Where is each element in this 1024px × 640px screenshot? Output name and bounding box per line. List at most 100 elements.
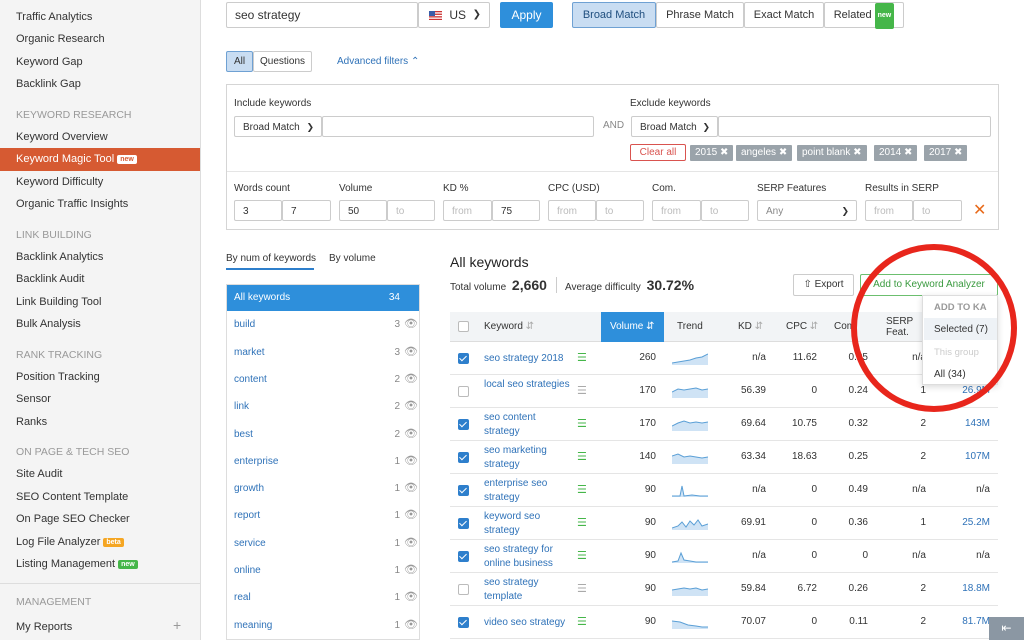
sidebar-item-sensor[interactable]: Sensor [16, 393, 51, 405]
results-cell[interactable]: 18.8M [940, 583, 990, 594]
tab-all[interactable]: All [226, 51, 253, 72]
eye-icon[interactable]: 👁 [404, 508, 418, 521]
keyword-group-item[interactable]: service 1 👁 [226, 530, 420, 557]
keyword-link[interactable]: local seo strategies [484, 378, 574, 392]
volume-from[interactable]: 50 [339, 200, 387, 221]
sidebar-item-bulk-analysis[interactable]: Bulk Analysis [16, 318, 81, 330]
sidebar-item-organic-traffic-insights[interactable]: Organic Traffic Insights [16, 198, 128, 210]
com-from[interactable]: from [652, 200, 701, 221]
country-select[interactable]: US ❯ [418, 2, 490, 28]
sidebar-item-traffic-analytics[interactable]: Traffic Analytics [16, 11, 92, 23]
keyword-group-item[interactable]: link 2 👁 [226, 393, 420, 420]
serp-list-icon[interactable]: ☰ [577, 351, 587, 364]
exclude-chip[interactable]: 2017 ✖ [924, 145, 968, 161]
eye-icon[interactable]: 👁 [404, 317, 418, 330]
sidebar-item-log-file-analyzer[interactable]: Log File Analyzer beta [16, 536, 124, 548]
serp-list-icon[interactable]: ☰ [577, 582, 587, 595]
sidebar-item-seo-content-template[interactable]: SEO Content Template [16, 491, 128, 503]
eye-icon[interactable]: 👁 [404, 427, 418, 440]
keyword-group-item[interactable]: growth 1 👁 [226, 475, 420, 502]
keyword-link[interactable]: seo marketing strategy [484, 444, 574, 472]
row-checkbox[interactable] [458, 419, 469, 430]
row-checkbox[interactable] [458, 452, 469, 463]
serp-list-icon[interactable]: ☰ [577, 615, 587, 628]
keyword-group-item[interactable]: meaning 1 👁 [226, 612, 420, 639]
eye-icon[interactable]: 👁 [404, 345, 418, 358]
tab-related[interactable]: Related new [824, 2, 904, 29]
words-count-to[interactable]: 7 [282, 200, 331, 221]
close-icon[interactable]: ✖ [904, 147, 912, 158]
include-keywords-input[interactable] [322, 116, 594, 137]
results-from[interactable]: from [865, 200, 913, 221]
table-row[interactable]: seo strategy template ☰ 90 59.84 6.72 0.26 2 18… [450, 573, 998, 606]
volume-to[interactable]: to [387, 200, 435, 221]
keyword-group-item[interactable]: market 3 👁 [226, 339, 420, 366]
eye-icon[interactable]: 👁 [404, 481, 418, 494]
sidebar-item-position-tracking[interactable]: Position Tracking [16, 371, 100, 383]
keyword-group-item[interactable]: enterprise 1 👁 [226, 448, 420, 475]
keyword-group-item[interactable]: content 2 👁 [226, 366, 420, 393]
row-checkbox[interactable] [458, 551, 469, 562]
keyword-link[interactable]: seo strategy for online business [484, 543, 574, 571]
eye-icon[interactable]: 👁 [404, 590, 418, 603]
keyword-link[interactable]: video seo strategy [484, 616, 574, 630]
tab-broad-match[interactable]: Broad Match [572, 2, 656, 28]
row-checkbox[interactable] [458, 617, 469, 628]
serp-list-icon[interactable]: ☰ [577, 384, 587, 397]
row-checkbox[interactable] [458, 485, 469, 496]
tab-phrase-match[interactable]: Phrase Match [656, 2, 744, 28]
eye-icon[interactable]: 👁 [404, 372, 418, 385]
table-row[interactable]: enterprise seo strategy ☰ 90 n/a 0 0.49 n/a n/a [450, 474, 998, 507]
tab-questions[interactable]: Questions [253, 51, 312, 72]
sidebar-item-backlink-audit[interactable]: Backlink Audit [16, 273, 84, 285]
words-count-from[interactable]: 3 [234, 200, 282, 221]
serp-list-icon[interactable]: ☰ [577, 516, 587, 529]
row-checkbox[interactable] [458, 386, 469, 397]
table-row[interactable]: seo marketing strategy ☰ 140 63.34 18.63 0.25… [450, 441, 998, 474]
sidebar-item-keyword-difficulty[interactable]: Keyword Difficulty [16, 176, 103, 188]
tab-by-volume[interactable]: By volume [329, 253, 376, 264]
sidebar-item-organic-research[interactable]: Organic Research [16, 33, 105, 45]
keyword-link[interactable]: keyword seo strategy [484, 510, 574, 538]
sidebar-item-listing-management[interactable]: Listing Management new [16, 558, 138, 570]
exclude-chip[interactable]: 2014 ✖ [874, 145, 918, 161]
kd-from[interactable]: from [443, 200, 492, 221]
exclude-chip[interactable]: 2015 ✖ [690, 145, 734, 161]
serp-list-icon[interactable]: ☰ [577, 417, 587, 430]
exclude-chip[interactable]: angeles ✖ [736, 145, 793, 161]
kd-to[interactable]: 75 [492, 200, 540, 221]
exclude-chip[interactable]: point blank ✖ [797, 145, 867, 161]
exclude-match-select[interactable]: Broad Match ❯ [631, 116, 718, 137]
sidebar-item-backlink-gap[interactable]: Backlink Gap [16, 78, 81, 90]
close-icon[interactable]: ✖ [954, 147, 962, 158]
row-checkbox[interactable] [458, 584, 469, 595]
eye-icon[interactable]: 👁 [404, 536, 418, 549]
serp-list-icon[interactable]: ☰ [577, 549, 587, 562]
serp-list-icon[interactable]: ☰ [577, 450, 587, 463]
com-to[interactable]: to [701, 200, 749, 221]
results-to[interactable]: to [913, 200, 962, 221]
serp-list-icon[interactable]: ☰ [577, 483, 587, 496]
results-cell[interactable]: 107M [940, 451, 990, 462]
keyword-group-item[interactable]: best 2 👁 [226, 421, 420, 448]
results-cell[interactable]: 25.2M [940, 517, 990, 528]
sidebar-item-site-audit[interactable]: Site Audit [16, 468, 62, 480]
keyword-link[interactable]: seo strategy 2018 [484, 352, 574, 366]
keyword-group-item[interactable]: build 3 👁 [226, 311, 420, 338]
cpc-to[interactable]: to [596, 200, 644, 221]
row-checkbox[interactable] [458, 353, 469, 364]
sidebar-item-keyword-overview[interactable]: Keyword Overview [16, 131, 108, 143]
eye-icon[interactable]: 👁 [404, 454, 418, 467]
sidebar-item-keyword-gap[interactable]: Keyword Gap [16, 56, 83, 68]
serp-features-select[interactable]: Any ❯ [757, 200, 857, 221]
column-cpc[interactable]: CPC ⇵ [786, 312, 818, 342]
advanced-filters-toggle[interactable]: Advanced filters ⌃ [337, 56, 419, 67]
close-icon[interactable]: ✕ [973, 200, 986, 220]
table-row[interactable]: seo strategy for online business ☰ 90 n/a 0 0… [450, 540, 998, 573]
keyword-group-item[interactable]: All keywords 34 [226, 284, 420, 311]
tab-exact-match[interactable]: Exact Match [744, 2, 824, 28]
close-icon[interactable]: ✖ [779, 147, 787, 158]
sidebar-item-keyword-magic-tool[interactable]: Keyword Magic Tool new [0, 148, 200, 171]
column-keyword[interactable]: Keyword ⇵ [484, 312, 534, 342]
apply-button[interactable]: Apply [500, 2, 553, 28]
